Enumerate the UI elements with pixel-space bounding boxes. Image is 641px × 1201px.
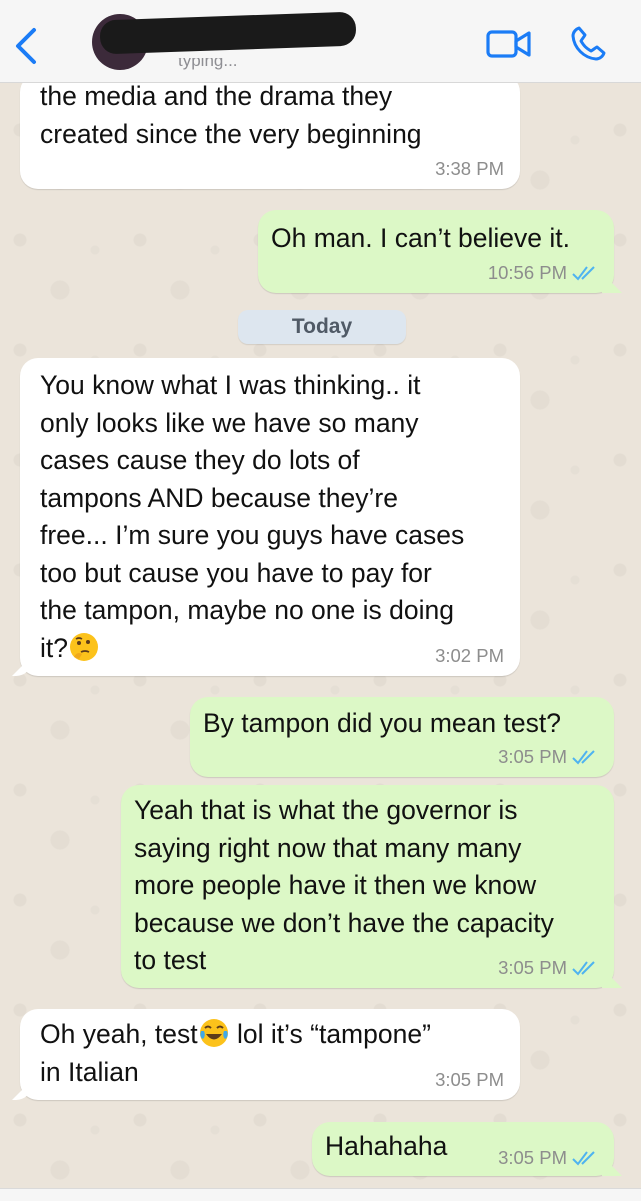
message-time: 3:38 PM [435,158,504,179]
message-bubble-outgoing[interactable]: Yeah that is what the governor is saying… [121,785,614,988]
double-check-read-icon [572,1151,595,1166]
double-check-read-icon [572,266,595,281]
message-bubble-incoming[interactable]: You know what I was thinking.. it only l… [20,358,520,676]
message-bubble-outgoing[interactable]: Hahahaha 3:05 PM [312,1122,614,1176]
chat-header: typing... [0,0,641,83]
contact-name-redacted[interactable] [99,11,357,55]
message-text: Yeah that is what the governor is saying… [134,795,554,975]
message-bubble-incoming[interactable]: the media and the drama they created sin… [20,74,520,189]
message-time: 3:05 PM [435,1069,504,1090]
message-bubble-incoming[interactable]: Oh yeah, test lol it’s “tampone” in Ital… [20,1009,520,1100]
message-time: 3:02 PM [435,645,504,666]
double-check-read-icon [572,961,595,976]
typing-status: typing... [178,58,238,70]
video-camera-icon[interactable] [485,26,533,62]
input-bar[interactable] [0,1188,641,1201]
date-separator: Today [238,310,406,344]
chevron-left-icon[interactable] [10,26,42,66]
message-time: 3:05 PM [498,1147,567,1168]
message-text: Oh man. I can’t believe it. [271,223,571,253]
message-text: By tampon did you mean test? [203,708,561,738]
message-time: 3:05 PM [498,957,567,978]
message-bubble-outgoing[interactable]: By tampon did you mean test? 3:05 PM [190,697,614,777]
phone-icon[interactable] [568,24,608,64]
message-text: You know what I was thinking.. it only l… [40,370,465,663]
message-time: 3:05 PM [498,746,567,767]
thinking-face-emoji-icon [70,632,98,661]
message-text: the media and the drama they created sin… [40,81,422,149]
message-bubble-outgoing[interactable]: Oh man. I can’t believe it. 10:56 PM [258,210,614,293]
double-check-read-icon [572,750,595,765]
face-with-tears-of-joy-emoji-icon [199,1019,228,1047]
message-time: 10:56 PM [487,262,567,283]
